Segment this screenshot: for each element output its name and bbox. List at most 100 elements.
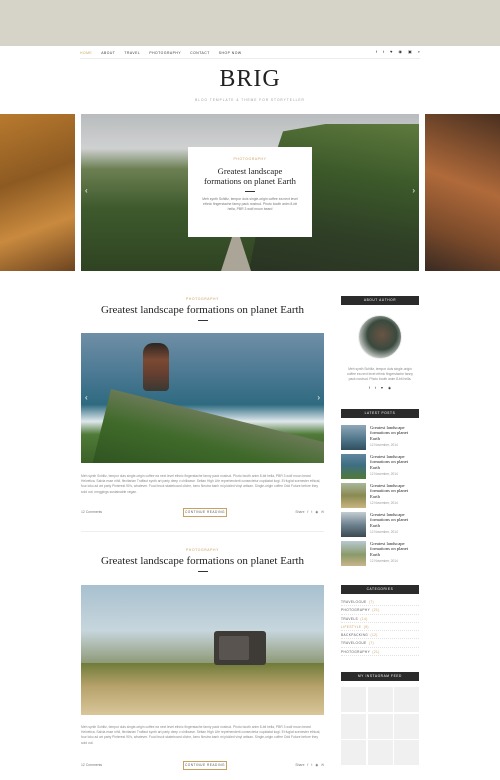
nav-item-photography[interactable]: Photography bbox=[149, 51, 181, 55]
post-image[interactable] bbox=[81, 585, 324, 715]
facebook-icon[interactable]: f bbox=[369, 386, 370, 390]
heart-icon[interactable]: ♥ bbox=[381, 386, 383, 390]
category-item[interactable]: Travelogue (7) bbox=[341, 598, 419, 607]
slider-category[interactable]: Photography bbox=[188, 157, 312, 161]
slider-next-preview[interactable] bbox=[425, 114, 500, 271]
twitter-icon[interactable]: t bbox=[383, 49, 384, 54]
category-item[interactable]: Photography (21) bbox=[341, 648, 419, 657]
latest-post-thumb[interactable] bbox=[341, 512, 366, 537]
site-logo[interactable]: BRIG bbox=[0, 66, 500, 93]
slider-prev-arrow[interactable]: ‹ bbox=[85, 186, 88, 195]
facebook-icon[interactable]: f bbox=[307, 510, 308, 514]
post-category[interactable]: Photography bbox=[81, 548, 324, 552]
nav-item-travel[interactable]: Travel bbox=[124, 51, 140, 55]
post-image-slider: ‹ › bbox=[81, 333, 324, 463]
latest-post-thumb[interactable] bbox=[341, 541, 366, 566]
post-title[interactable]: Greatest landscape formations on planet … bbox=[81, 304, 324, 316]
latest-post-title[interactable]: Greatest landscape formations on planet … bbox=[370, 454, 419, 470]
post-prev-arrow[interactable]: ‹ bbox=[85, 393, 88, 402]
continue-reading-button[interactable]: Continue Reading bbox=[183, 508, 227, 517]
about-author-text: Meh synth Schlitz, tempor duis single-or… bbox=[347, 367, 413, 381]
category-name[interactable]: Travelogue bbox=[341, 641, 367, 645]
heart-icon[interactable]: ♥ bbox=[390, 49, 392, 54]
category-item[interactable]: Travelogue (7) bbox=[341, 639, 419, 648]
instagram-photo[interactable] bbox=[341, 687, 366, 712]
category-item[interactable]: Lifestyle (9) bbox=[341, 623, 419, 632]
about-socials: f t ♥ ◉ bbox=[341, 386, 419, 390]
facebook-icon[interactable]: f bbox=[376, 49, 377, 54]
category-name[interactable]: Photography bbox=[341, 608, 370, 612]
category-item[interactable]: Backpacking (12) bbox=[341, 631, 419, 640]
latest-post-thumb[interactable] bbox=[341, 454, 366, 479]
post-category[interactable]: Photography bbox=[81, 297, 324, 301]
share-bar: Share f t ◉ ✉ bbox=[293, 763, 324, 767]
share-bar: Share f t ◉ ✉ bbox=[293, 510, 324, 514]
nav-item-about[interactable]: About bbox=[101, 51, 115, 55]
latest-post-thumb[interactable] bbox=[341, 483, 366, 508]
mail-icon[interactable]: ✉ bbox=[321, 510, 324, 514]
post-next-arrow[interactable]: › bbox=[317, 393, 320, 402]
category-item[interactable]: Travels (14) bbox=[341, 615, 419, 623]
slider-prev-preview[interactable] bbox=[0, 114, 75, 271]
facebook-icon[interactable]: f bbox=[307, 763, 308, 767]
slider-text: Meh synth Schlitz, tempor duis single-or… bbox=[202, 197, 298, 211]
latest-post-item[interactable]: Greatest landscape formations on planet … bbox=[341, 453, 419, 482]
blog-post: Photography Greatest landscape formation… bbox=[81, 297, 324, 517]
latest-post-title[interactable]: Greatest landscape formations on planet … bbox=[370, 541, 419, 557]
latest-post-item[interactable]: Greatest landscape formations on planet … bbox=[341, 511, 419, 540]
site-tagline: Blog Template & Theme for Storyteller bbox=[195, 98, 305, 102]
latest-post-item[interactable]: Greatest landscape formations on planet … bbox=[341, 424, 419, 453]
post-title[interactable]: Greatest landscape formations on planet … bbox=[81, 555, 324, 567]
latest-post-item[interactable]: Greatest landscape formations on planet … bbox=[341, 482, 419, 511]
category-name[interactable]: Photography bbox=[341, 650, 370, 654]
twitter-icon[interactable]: t bbox=[375, 386, 376, 390]
twitter-icon[interactable]: t bbox=[311, 510, 312, 514]
post-title-rule bbox=[197, 571, 208, 572]
twitter-icon[interactable]: t bbox=[311, 763, 312, 767]
latest-post-title[interactable]: Greatest landscape formations on planet … bbox=[370, 425, 419, 441]
instagram-photo[interactable] bbox=[394, 740, 419, 765]
category-count: (7) bbox=[368, 600, 374, 604]
latest-post-title[interactable]: Greatest landscape formations on planet … bbox=[370, 483, 419, 499]
latest-post-date: 12 November, 2014 bbox=[370, 559, 398, 563]
latest-post-title[interactable]: Greatest landscape formations on planet … bbox=[370, 512, 419, 528]
instagram-photo[interactable] bbox=[367, 713, 393, 739]
category-item[interactable]: Photography (21) bbox=[341, 606, 419, 615]
categories-heading: Categories bbox=[341, 585, 419, 594]
category-count: (21) bbox=[372, 649, 380, 654]
latest-post-item[interactable]: Greatest landscape formations on planet … bbox=[341, 540, 419, 569]
comments-link[interactable]: 12 Comments bbox=[81, 763, 102, 767]
nav-item-shop[interactable]: Shop Now bbox=[219, 51, 242, 55]
rss-icon[interactable]: ▣ bbox=[408, 49, 412, 54]
slider-rule bbox=[245, 191, 255, 192]
instagram-photo[interactable] bbox=[394, 687, 419, 712]
instagram-photo[interactable] bbox=[394, 713, 419, 739]
instagram-photo[interactable] bbox=[341, 740, 366, 765]
main-nav: Home About Travel Photography Contact Sh… bbox=[80, 49, 420, 57]
instagram-photo[interactable] bbox=[367, 740, 393, 765]
search-icon[interactable]: ⌕ bbox=[418, 49, 420, 54]
comments-link[interactable]: 12 Comments bbox=[81, 510, 102, 514]
nav-item-contact[interactable]: Contact bbox=[190, 51, 210, 55]
pinterest-icon[interactable]: ◉ bbox=[315, 510, 318, 514]
slider-next-arrow[interactable]: › bbox=[412, 186, 415, 195]
nav-item-home[interactable]: Home bbox=[80, 51, 92, 55]
category-name[interactable]: Lifestyle bbox=[341, 625, 361, 629]
blog-post: Photography Greatest landscape formation… bbox=[81, 548, 324, 770]
latest-post-thumb[interactable] bbox=[341, 425, 366, 450]
rock-shape bbox=[91, 389, 324, 463]
category-name[interactable]: Travels bbox=[341, 617, 358, 621]
mail-icon[interactable]: ✉ bbox=[321, 763, 324, 767]
instagram-photo[interactable] bbox=[367, 687, 393, 712]
instagram-icon[interactable]: ◉ bbox=[398, 49, 402, 54]
category-name[interactable]: Backpacking bbox=[341, 633, 368, 637]
instagram-heading: My Instagram Feed bbox=[341, 672, 419, 681]
category-name[interactable]: Travelogue bbox=[341, 600, 367, 604]
slider-title[interactable]: Greatest landscape formations on planet … bbox=[198, 166, 302, 186]
nav-divider bbox=[80, 58, 420, 59]
continue-reading-button[interactable]: Continue Reading bbox=[183, 761, 227, 770]
slider-caption-card: Photography Greatest landscape formation… bbox=[188, 147, 312, 237]
pinterest-icon[interactable]: ◉ bbox=[315, 763, 318, 767]
instagram-photo[interactable] bbox=[341, 713, 366, 739]
instagram-icon[interactable]: ◉ bbox=[388, 386, 391, 390]
